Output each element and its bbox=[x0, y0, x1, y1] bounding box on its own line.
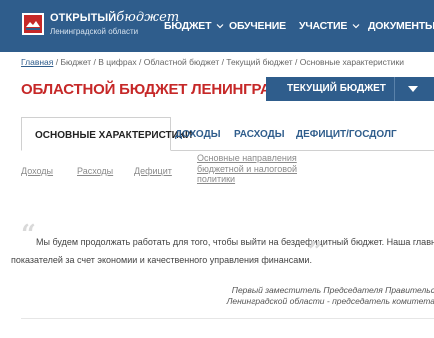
logo-title-prefix: ОТКРЫТЫЙ bbox=[50, 12, 117, 24]
breadcrumb-home-link[interactable]: Главная bbox=[21, 57, 53, 67]
region-emblem-icon[interactable] bbox=[22, 13, 44, 35]
nav-item-label: БЮДЖЕТ bbox=[164, 20, 212, 32]
tab-label: ОСНОВНЫЕ ХАРАКТЕРИСТИКИ bbox=[35, 130, 193, 141]
caret-down-icon bbox=[408, 86, 418, 92]
nav-item-learning[interactable]: ОБУЧЕНИЕ bbox=[229, 20, 286, 32]
tab-label: ДЕФИЦИТ/ГОСДОЛГ bbox=[296, 129, 397, 140]
nav-item-label: ДОКУМЕНТЫ bbox=[368, 20, 434, 32]
site-logo-subtitle: Ленинградской области bbox=[50, 27, 139, 36]
nav-item-label: ОБУЧЕНИЕ bbox=[229, 20, 286, 32]
nav-item-participation[interactable]: УЧАСТИЕ bbox=[299, 20, 360, 32]
budget-select-value: ТЕКУЩИЙ БЮДЖЕТ bbox=[287, 83, 386, 94]
quote-open-icon: “ bbox=[21, 220, 36, 250]
breadcrumb-path: / Бюджет / В цифрах / Областной бюджет /… bbox=[53, 57, 404, 67]
quote-text-line: Мы будем продолжать работать для того, ч… bbox=[36, 237, 434, 247]
section-divider bbox=[21, 318, 434, 319]
site-logo-title[interactable]: ОТКРЫТЫЙбюджет bbox=[50, 10, 179, 25]
sublink-revenues[interactable]: Доходы bbox=[21, 166, 53, 176]
sublink-expenses[interactable]: Расходы bbox=[77, 166, 113, 176]
nav-item-label: УЧАСТИЕ bbox=[299, 20, 348, 32]
nav-item-documents[interactable]: ДОКУМЕНТЫ bbox=[368, 20, 434, 32]
budget-period-select[interactable]: ТЕКУЩИЙ БЮДЖЕТ bbox=[266, 77, 434, 101]
tab-revenues[interactable]: ДОХОДЫ bbox=[175, 129, 221, 140]
sublink-line: политики bbox=[197, 174, 236, 184]
sublink-line: Основные направления bbox=[197, 153, 297, 163]
chevron-down-icon bbox=[352, 24, 360, 29]
nav-item-budget[interactable]: БЮДЖЕТ bbox=[164, 20, 224, 32]
quote-text-line: показателей за счет экономии и качествен… bbox=[11, 255, 312, 265]
breadcrumb: Главная / Бюджет / В цифрах / Областной … bbox=[21, 57, 404, 67]
top-navigation-bar: ОТКРЫТЫЙбюджет Ленинградской области БЮД… bbox=[0, 0, 434, 52]
tab-expenses[interactable]: РАСХОДЫ bbox=[234, 129, 285, 140]
sublink-deficit[interactable]: Дефицит bbox=[134, 166, 172, 176]
tab-label: ДОХОДЫ bbox=[175, 129, 221, 140]
tab-label: РАСХОДЫ bbox=[234, 129, 285, 140]
chevron-down-icon bbox=[216, 24, 224, 29]
quote-close-icon: ” bbox=[308, 237, 323, 267]
tab-deficit-debt[interactable]: ДЕФИЦИТ/ГОСДОЛГ bbox=[296, 129, 397, 140]
quote-author-role: Ленинградской области - председатель ком… bbox=[226, 296, 434, 306]
tab-main-characteristics[interactable]: ОСНОВНЫЕ ХАРАКТЕРИСТИКИ bbox=[21, 117, 192, 151]
select-divider bbox=[394, 77, 395, 101]
sublink-line: бюджетной и налоговой bbox=[197, 163, 297, 174]
sublink-budget-tax-policy[interactable]: Основные направления бюджетной и налогов… bbox=[197, 153, 297, 185]
